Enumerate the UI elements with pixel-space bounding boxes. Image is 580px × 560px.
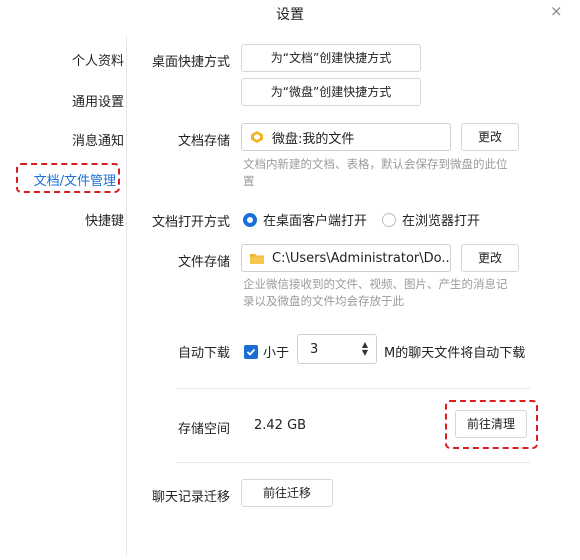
doc-storage-path-field: 微盘:我的文件: [241, 123, 451, 151]
storage-space-label: 存储空间: [177, 422, 230, 437]
go-clean-button[interactable]: 前往清理: [455, 410, 527, 438]
sidebar-item-shortcuts[interactable]: 快捷键: [18, 210, 138, 229]
radio-open-desktop-label: 在桌面客户端打开: [263, 214, 368, 229]
file-storage-path-field: C:\Users\Administrator\Do...: [241, 244, 451, 272]
close-icon[interactable]: ×: [550, 2, 563, 20]
auto-download-checkbox[interactable]: 小于: [244, 342, 289, 361]
folder-icon: [250, 251, 264, 265]
auto-download-prefix: 小于: [263, 346, 290, 361]
radio-open-desktop[interactable]: 在桌面客户端打开: [243, 210, 367, 229]
file-storage-path: C:\Users\Administrator\Do...: [272, 250, 451, 266]
sidebar-item-general[interactable]: 通用设置: [18, 91, 138, 110]
auto-download-suffix: M的聊天文件将自动下载: [384, 346, 526, 361]
radio-open-browser-label: 在浏览器打开: [402, 214, 481, 229]
sidebar-item-profile[interactable]: 个人资料: [18, 50, 138, 69]
desktop-shortcut-label: 桌面快捷方式: [151, 55, 230, 70]
checkbox-checked-icon: [244, 344, 258, 359]
stepper-arrows-icon[interactable]: ▲ ▼: [362, 341, 368, 357]
file-storage-help: 企业微信接收到的文件、视频、图片、产生的消息记录以及微盘的文件均会存放于此: [243, 277, 508, 308]
create-drive-shortcut-button[interactable]: 为“微盘”创建快捷方式: [241, 78, 421, 106]
file-storage-change-button[interactable]: 更改: [461, 244, 519, 272]
auto-download-label: 自动下载: [177, 346, 230, 361]
sidebar-item-notifications[interactable]: 消息通知: [18, 130, 138, 149]
radio-checked-icon: [243, 212, 257, 227]
download-size-stepper[interactable]: 3 ▲ ▼: [297, 334, 377, 364]
doc-storage-change-button[interactable]: 更改: [461, 123, 519, 151]
doc-storage-path: 微盘:我的文件: [272, 131, 355, 147]
drive-icon: [250, 130, 264, 144]
doc-storage-help: 文档内新建的文档、表格，默认会保存到微盘的此位置: [243, 157, 508, 188]
go-migrate-button[interactable]: 前往迁移: [241, 479, 333, 507]
doc-storage-label: 文档存储: [177, 134, 230, 149]
section-divider-2: [176, 462, 530, 463]
window-title: 设置: [276, 7, 304, 23]
download-size-value: 3: [310, 341, 319, 357]
doc-open-label: 文档打开方式: [151, 215, 230, 230]
chat-migrate-label: 聊天记录迁移: [151, 490, 230, 505]
radio-open-browser[interactable]: 在浏览器打开: [382, 210, 480, 229]
file-storage-label: 文件存储: [177, 255, 230, 270]
sidebar-item-doc-file-management[interactable]: 文档/文件管理: [0, 170, 130, 189]
sidebar-divider: [126, 36, 127, 556]
create-docs-shortcut-button[interactable]: 为“文档”创建快捷方式: [241, 44, 421, 72]
radio-unchecked-icon: [382, 212, 396, 227]
storage-space-size: 2.42 GB: [254, 418, 307, 433]
section-divider: [176, 388, 530, 389]
